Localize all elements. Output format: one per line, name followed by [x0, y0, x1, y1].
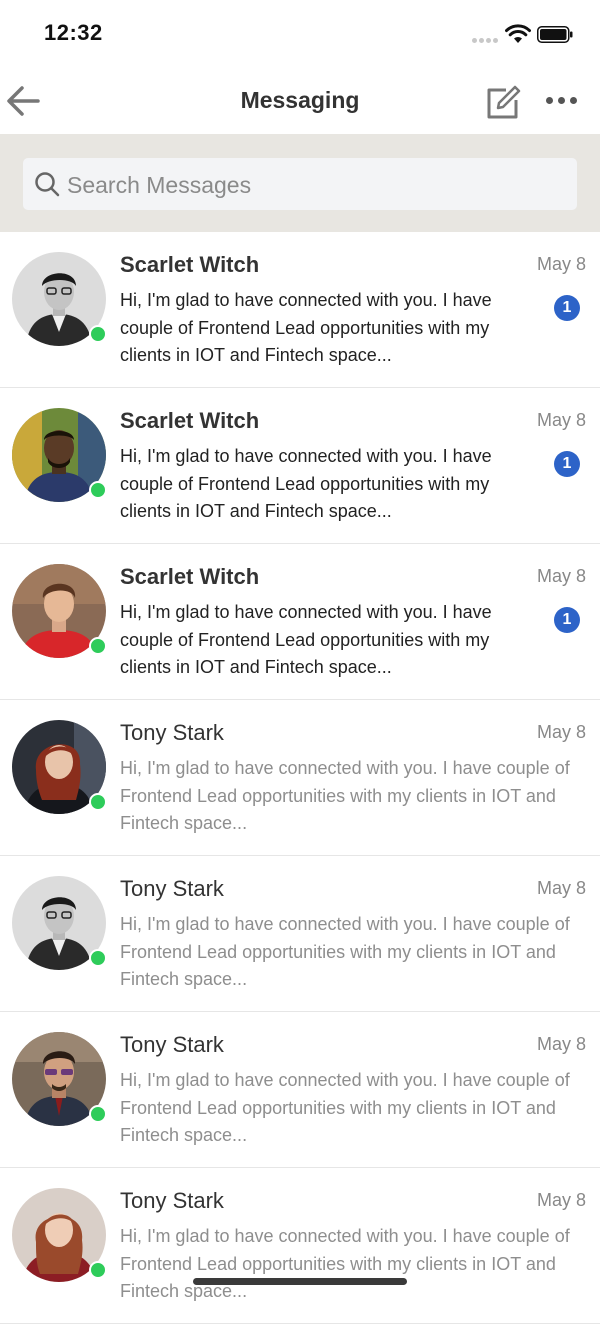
message-preview: Hi, I'm glad to have connected with you.… — [120, 290, 492, 365]
message-date: May 8 — [536, 1190, 586, 1210]
unread-count-badge: 1 — [554, 607, 580, 633]
conversation-list: Scarlet Witch May 8 Hi, I'm glad to have… — [0, 232, 600, 1324]
conversation-row[interactable]: Scarlet Witch May 8 Hi, I'm glad to have… — [0, 232, 600, 388]
online-status-indicator — [89, 481, 107, 499]
search-icon — [35, 172, 60, 197]
search-input[interactable]: Search Messages — [23, 158, 577, 210]
more-icon[interactable] — [546, 97, 577, 104]
message-preview: Hi, I'm glad to have connected with you.… — [120, 914, 570, 989]
online-status-indicator — [89, 1105, 107, 1123]
message-preview: Hi, I'm glad to have connected with you.… — [120, 1226, 570, 1301]
conversation-row[interactable]: Tony Stark May 8 Hi, I'm glad to have co… — [0, 856, 600, 1012]
message-date: May 8 — [536, 1034, 586, 1054]
message-date: May 8 — [536, 722, 586, 742]
message-date: May 8 — [536, 254, 586, 274]
message-date: May 8 — [536, 410, 586, 430]
contact-name: Tony Stark — [120, 876, 224, 901]
contact-name: Tony Stark — [120, 720, 224, 745]
message-preview: Hi, I'm glad to have connected with you.… — [120, 758, 570, 833]
conversation-row[interactable]: Tony Stark May 8 Hi, I'm glad to have co… — [0, 700, 600, 856]
online-status-indicator — [89, 1261, 107, 1279]
conversation-row[interactable]: Tony Stark May 8 Hi, I'm glad to have co… — [0, 1168, 600, 1324]
compose-icon[interactable] — [484, 84, 522, 120]
conversation-row[interactable]: Scarlet Witch May 8 Hi, I'm glad to have… — [0, 388, 600, 544]
unread-count-badge: 1 — [554, 451, 580, 477]
status-bar: 12:32 — [0, 0, 600, 70]
conversation-row[interactable]: Scarlet Witch May 8 Hi, I'm glad to have… — [0, 544, 600, 700]
contact-name: Scarlet Witch — [120, 252, 260, 277]
home-indicator[interactable] — [193, 1278, 407, 1285]
contact-name: Scarlet Witch — [120, 564, 260, 589]
online-status-indicator — [89, 793, 107, 811]
online-status-indicator — [89, 637, 107, 655]
status-time: 12:32 — [44, 20, 103, 45]
unread-count-badge: 1 — [554, 295, 580, 321]
conversation-row[interactable]: Tony Stark May 8 Hi, I'm glad to have co… — [0, 1012, 600, 1168]
message-date: May 8 — [536, 878, 586, 898]
wifi-icon — [505, 24, 531, 43]
message-preview: Hi, I'm glad to have connected with you.… — [120, 446, 492, 521]
contact-name: Tony Stark — [120, 1188, 224, 1213]
search-bar-container: Search Messages — [0, 134, 600, 232]
contact-name: Tony Stark — [120, 1032, 224, 1057]
online-status-indicator — [89, 325, 107, 343]
cellular-signal-icon — [472, 38, 498, 43]
navigation-header: Messaging — [0, 70, 600, 134]
online-status-indicator — [89, 949, 107, 967]
search-placeholder: Search Messages — [67, 172, 252, 198]
message-preview: Hi, I'm glad to have connected with you.… — [120, 602, 492, 677]
battery-icon — [537, 26, 573, 43]
message-date: May 8 — [536, 566, 586, 586]
contact-name: Scarlet Witch — [120, 408, 260, 433]
message-preview: Hi, I'm glad to have connected with you.… — [120, 1070, 570, 1145]
